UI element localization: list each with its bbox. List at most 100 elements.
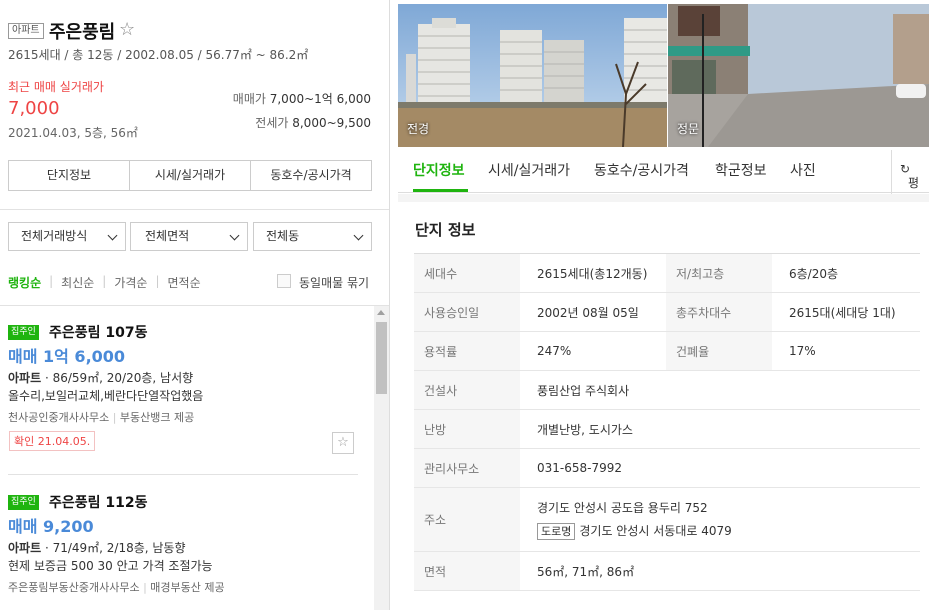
agency-provider: 부동산뱅크 제공 (119, 411, 195, 424)
parking-label: 총주차대수 (666, 293, 772, 331)
recent-deal-label: 최근 매매 실거래가 (8, 80, 104, 94)
tab-unit-price[interactable]: 동호수/공시가격 (251, 161, 371, 190)
listing-agency: 천사공인중개사사무소 | 부동산뱅크 제공 (8, 409, 194, 425)
sort-separator: | (155, 274, 160, 288)
scroll-up-arrow-icon[interactable] (377, 310, 385, 315)
address-value: 경기도 안성시 공도읍 용두리 752 도로명 경기도 안성시 서동대로 4079 (520, 488, 732, 551)
heating-label: 난방 (414, 410, 520, 448)
complex-info-table: 세대수 2615세대(총12개동) 저/최고층 6층/20층 사용승인일 200… (414, 253, 920, 591)
rent-price-label: 전세가 (255, 116, 289, 130)
active-tab-underline (413, 189, 468, 192)
tab-complex-info[interactable]: 단지정보 (413, 160, 465, 180)
complex-tabs: 단지정보 시세/실거래가 동호수/공시가격 (8, 160, 372, 191)
tab-market-price[interactable]: 시세/실거래가 (488, 160, 570, 180)
households-label: 세대수 (414, 254, 520, 292)
favorite-star-icon[interactable]: ☆ (119, 19, 135, 40)
building-select[interactable]: 전체동 (253, 222, 372, 251)
listing-type: 아파트 (8, 541, 42, 555)
sort-separator: | (102, 274, 107, 288)
households-value: 2615세대(총12개동) (537, 266, 648, 281)
section-title: 단지 정보 (415, 221, 476, 239)
floors-value: 6층/20층 (789, 266, 839, 281)
bcr-value: 17% (789, 344, 816, 358)
builder-label: 건설사 (414, 371, 520, 409)
sort-bar: 랭킹순 | 최신순 | 가격순 | 면적순 (8, 274, 201, 291)
apartment-buildings-image (398, 4, 667, 147)
table-row: 건설사 풍림산업 주식회사 (414, 371, 920, 410)
area-value: 56㎡, 71㎡, 86㎡ (537, 564, 635, 579)
review-tab-label: ↻ 평 (900, 162, 920, 190)
sort-area[interactable]: 면적순 (168, 274, 201, 291)
tab-complex-info[interactable]: 단지정보 (9, 161, 130, 190)
listing-desc: 현제 보증금 500 30 안고 가격 조절가능 (8, 559, 213, 573)
office-label: 관리사무소 (414, 449, 520, 487)
tab-market-price[interactable]: 시세/실거래가 (130, 161, 251, 190)
road-address-row: 도로명 경기도 안성시 서동대로 4079 (537, 522, 732, 540)
sale-price-row: 매매가 7,000~1억 6,000 (233, 90, 371, 107)
listing-spec: 아파트 · 71/49㎡, 2/18층, 남동향 (8, 539, 186, 556)
tab-unit-price[interactable]: 동호수/공시가격 (594, 160, 689, 180)
agency-separator: | (112, 411, 120, 424)
chevron-down-icon (107, 230, 118, 241)
table-row: 사용승인일 2002년 08월 05일 총주차대수 2615대(세대당 1대) (414, 293, 920, 332)
sort-separator: | (49, 274, 54, 288)
table-row: 관리사무소 031-658-7992 (414, 449, 920, 488)
listing-spec-detail: · 71/49㎡, 2/18층, 남동향 (41, 541, 186, 555)
listing-price: 매매 9,200 (8, 517, 94, 536)
listing-title[interactable]: 주은풍림 107동 (49, 322, 148, 342)
far-value: 247% (537, 344, 572, 358)
listing-title[interactable]: 주은풍림 112동 (49, 492, 148, 512)
area-label: 면적 (414, 552, 520, 590)
table-row: 난방 개별난방, 도시가스 (414, 410, 920, 449)
tab-school-info[interactable]: 학군정보 (715, 160, 767, 180)
area-value: 전체면적 (145, 229, 190, 243)
office-phone[interactable]: 031-658-7992 (520, 449, 622, 487)
listing-spec: 아파트 · 86/59㎡, 20/20층, 남서향 (8, 369, 193, 386)
review-tab[interactable]: ↻ 평 (891, 150, 929, 194)
rent-price-range: 8,000~9,500 (292, 116, 371, 130)
lot-address: 경기도 안성시 공도읍 용두리 752 (537, 501, 708, 515)
agency-name[interactable]: 주은풍림부동산중개사사무소 (8, 581, 140, 594)
agency-name[interactable]: 천사공인중개사사무소 (8, 411, 109, 424)
scrollbar-thumb[interactable] (376, 322, 387, 394)
group-same-checkbox[interactable] (277, 274, 291, 288)
area-select[interactable]: 전체면적 (130, 222, 248, 251)
sort-ranking[interactable]: 랭킹순 (8, 274, 41, 291)
heating-value: 개별난방, 도시가스 (537, 422, 633, 437)
section-gap (398, 194, 929, 202)
table-row: 용적률 247% 건폐율 17% (414, 332, 920, 371)
listing-price: 매매 1억 6,000 (8, 347, 126, 366)
gate-photo[interactable]: 정문 (668, 4, 929, 147)
tab-photos[interactable]: 사진 (790, 160, 816, 180)
listing-panel: 아파트 주은풍림 ☆ 2615세대 / 총 12동 / 2002.08.05 /… (0, 0, 390, 610)
star-icon[interactable]: ☆ (332, 432, 354, 454)
building-value: 전체동 (266, 229, 300, 243)
panorama-caption: 전경 (407, 122, 430, 136)
confirm-date-badge: 확인 21.04.05. (9, 431, 96, 451)
property-type-badge: 아파트 (8, 23, 44, 39)
table-row: 면적 56㎡, 71㎡, 86㎡ (414, 552, 920, 591)
floors-label: 저/최고층 (666, 254, 772, 292)
agency-provider: 매경부동산 제공 (150, 581, 225, 594)
chevron-down-icon (229, 230, 240, 241)
approval-value: 2002년 08월 05일 (537, 305, 639, 320)
sort-latest[interactable]: 최신순 (61, 274, 94, 291)
road-address: 경기도 안성시 서동대로 4079 (579, 524, 732, 538)
sort-price[interactable]: 가격순 (114, 274, 147, 291)
listing-agency: 주은풍림부동산중개사사무소 | 매경부동산 제공 (8, 579, 225, 595)
table-row: 세대수 2615세대(총12개동) 저/최고층 6층/20층 (414, 254, 920, 293)
approval-label: 사용승인일 (414, 293, 520, 331)
gate-caption: 정문 (677, 122, 700, 136)
trade-type-select[interactable]: 전체거래방식 (8, 222, 126, 251)
road-name-tag: 도로명 (537, 523, 576, 540)
sale-price-range: 7,000~1억 6,000 (269, 92, 371, 106)
listing-scrollbar[interactable] (374, 306, 389, 610)
review-tab-text: 평 (908, 176, 920, 190)
divider (0, 305, 389, 306)
listing-spec-detail: · 86/59㎡, 20/20층, 남서향 (41, 371, 194, 385)
trade-type-value: 전체거래방식 (21, 229, 88, 243)
bcr-label: 건폐율 (666, 332, 772, 370)
table-row: 주소 경기도 안성시 공도읍 용두리 752 도로명 경기도 안성시 서동대로 4… (414, 488, 920, 552)
panorama-photo[interactable]: 전경 (398, 4, 667, 147)
recent-deal-meta: 2021.04.03, 5층, 56㎡ (8, 126, 138, 140)
